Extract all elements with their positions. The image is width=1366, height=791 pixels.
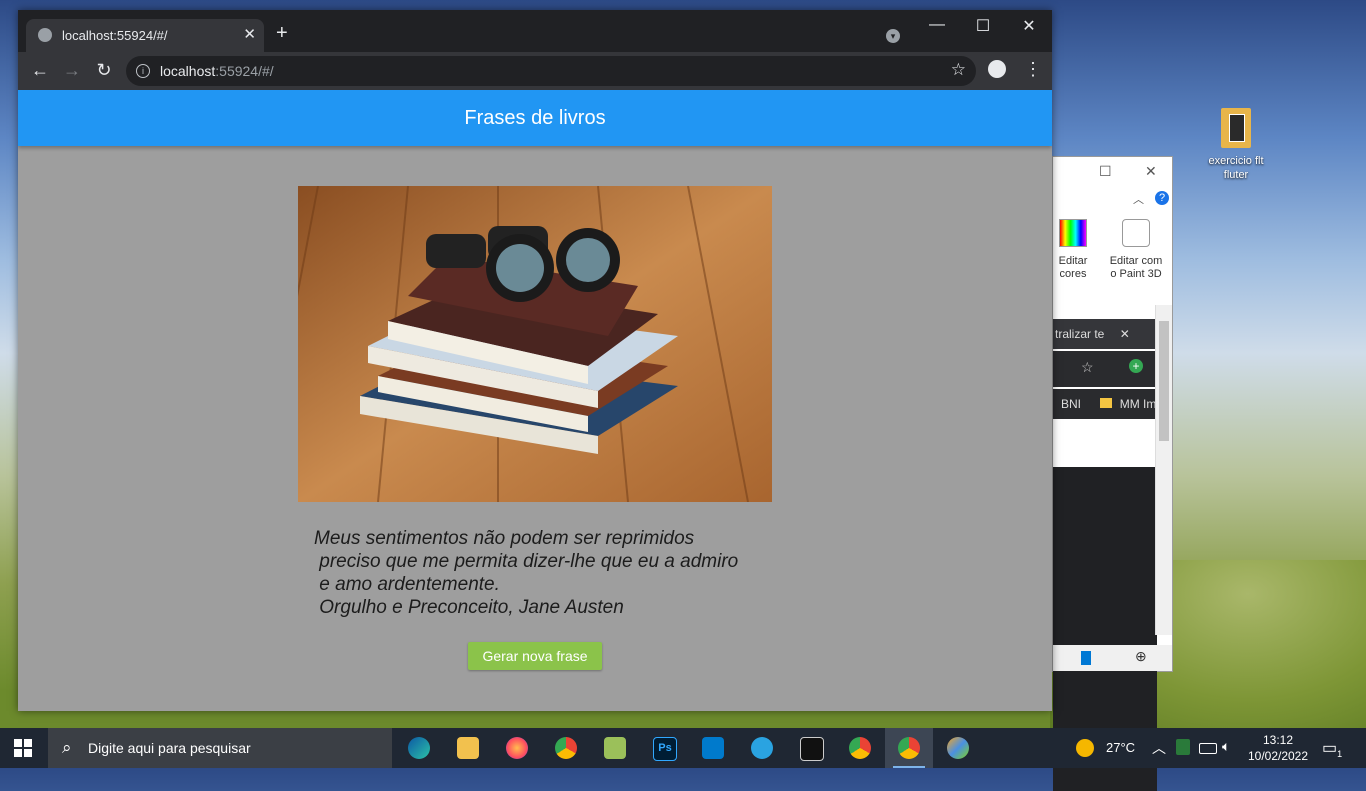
zoom-slider[interactable] — [1081, 651, 1091, 665]
add-icon[interactable]: + — [1129, 359, 1143, 373]
search-icon: ⌕ — [62, 738, 72, 757]
books-binoculars-image — [298, 186, 772, 502]
tab-title: localhost:55924/#/ — [62, 28, 168, 43]
globe-icon — [38, 28, 52, 42]
desktop-folder-icon[interactable]: exercicio flt fluter — [1198, 108, 1274, 182]
close-window-icon[interactable]: ✕ — [1006, 16, 1052, 36]
scrollbar-thumb[interactable] — [1159, 321, 1169, 441]
folder-icon — [1100, 398, 1113, 408]
browser-window: localhost:55924/#/ ✕ + ▾ — ☐ ✕ ← → ↻ i l… — [18, 10, 1052, 711]
bookmark-mm[interactable]: MM Im — [1120, 397, 1157, 411]
volume-icon[interactable]: 🔈︎ — [1222, 738, 1230, 778]
back-icon[interactable]: ← — [29, 60, 51, 81]
security-shield-icon[interactable] — [1176, 739, 1190, 755]
bookmarks-bar: BNI MM Im — [1053, 389, 1157, 419]
zoom-bar: ⊕ — [1053, 645, 1172, 671]
chevron-up-icon[interactable]: ︿ — [1152, 738, 1166, 778]
browser-toolbar: ← → ↻ i localhost:55924/#/ ☆ ⋮ — [18, 52, 1052, 90]
paint-window: ☐ ✕ ︿ ? Editar cores Editar com o Paint … — [1052, 156, 1173, 791]
desktop-icon-label: exercicio flt fluter — [1208, 155, 1264, 181]
info-icon[interactable]: i — [136, 64, 150, 78]
tab-label: tralizar te — [1055, 327, 1105, 341]
battery-icon[interactable] — [1199, 743, 1217, 754]
close-icon[interactable]: ✕ — [1120, 327, 1130, 341]
chrome-icon[interactable] — [885, 728, 933, 768]
search-placeholder: Digite aqui para pesquisar — [88, 740, 251, 756]
tab-search-icon[interactable]: ▾ — [886, 29, 900, 43]
close-tab-icon[interactable]: ✕ — [243, 25, 256, 43]
clock-time: 13:12 — [1262, 733, 1294, 747]
tab-bar: localhost:55924/#/ ✕ + ▾ — ☐ ✕ — [18, 10, 1052, 52]
app-title: Frases de livros — [464, 107, 606, 129]
active-tab[interactable]: localhost:55924/#/ ✕ — [26, 19, 264, 52]
clock-date: 10/02/2022 — [1247, 749, 1309, 763]
weather-sun-icon[interactable] — [1076, 739, 1094, 757]
page-viewport: Frases de livros Meus sentimentos não po… — [18, 90, 1052, 711]
zoom-in-icon[interactable]: ⊕ — [1135, 648, 1147, 665]
bookmark-star-icon[interactable]: ☆ — [951, 60, 966, 80]
address-bar[interactable]: i localhost:55924/#/ ☆ — [126, 56, 976, 86]
edit-colors-button[interactable]: Editar cores — [1055, 219, 1091, 281]
edit-colors-label: Editar cores — [1058, 255, 1088, 280]
close-icon[interactable]: ✕ — [1145, 163, 1157, 180]
notification-count: 1 — [1337, 749, 1343, 760]
paint-icon[interactable] — [934, 728, 982, 768]
url-host: localhost — [160, 63, 216, 79]
url-path: :55924/#/ — [215, 63, 274, 79]
taskbar: ⌕ Digite aqui para pesquisar Ps 27°C ︿ 🔈… — [0, 728, 1366, 768]
address-bar: ☆ + — [1053, 351, 1157, 387]
app-bar: Frases de livros — [18, 90, 1052, 146]
taskbar-search[interactable]: ⌕ Digite aqui para pesquisar — [48, 728, 392, 768]
bookmark-star-icon[interactable]: ☆ — [1081, 359, 1094, 376]
edit-paint3d-button[interactable]: Editar com o Paint 3D — [1105, 219, 1167, 281]
browser-tab[interactable]: tralizar te ✕ — [1053, 319, 1157, 349]
file-explorer-icon[interactable] — [444, 728, 492, 768]
maximize-icon[interactable]: ☐ — [1099, 163, 1112, 180]
new-tab-button[interactable]: + — [276, 23, 288, 43]
terminal-icon[interactable] — [787, 728, 835, 768]
minimize-icon[interactable]: — — [914, 16, 960, 34]
vscode-icon[interactable] — [689, 728, 737, 768]
notification-icon[interactable]: ▭1 — [1322, 738, 1342, 759]
firefox-icon[interactable] — [493, 728, 541, 768]
vertical-scrollbar[interactable] — [1155, 305, 1172, 635]
photoshop-icon[interactable]: Ps — [640, 728, 688, 768]
bookmark-bni[interactable]: BNI — [1061, 397, 1081, 411]
book-quote: Meus sentimentos não podem ser reprimido… — [314, 528, 739, 618]
generate-quote-button[interactable]: Gerar nova frase — [468, 642, 602, 670]
more-menu-icon[interactable]: ⋮ — [1024, 59, 1042, 80]
edge-icon[interactable] — [395, 728, 443, 768]
windows-start-icon[interactable] — [14, 739, 32, 757]
notepad-icon[interactable] — [591, 728, 639, 768]
forward-icon[interactable]: → — [61, 60, 83, 81]
folder-icon — [1221, 108, 1251, 148]
maximize-icon[interactable]: ☐ — [960, 16, 1006, 36]
chrome-icon[interactable] — [836, 728, 884, 768]
profile-avatar-icon[interactable] — [988, 60, 1006, 78]
telegram-icon[interactable] — [738, 728, 786, 768]
url-text[interactable]: localhost:55924/#/ — [160, 63, 274, 79]
chevron-up-icon[interactable]: ︿ — [1133, 191, 1144, 207]
temperature[interactable]: 27°C — [1106, 740, 1135, 755]
color-palette-icon — [1059, 219, 1087, 247]
edit-paint3d-label: Editar com o Paint 3D — [1109, 255, 1163, 280]
paint3d-icon — [1122, 219, 1150, 247]
reload-icon[interactable]: ↻ — [93, 60, 115, 81]
chrome-icon[interactable] — [542, 728, 590, 768]
clock[interactable]: 13:12 10/02/2022 — [1246, 732, 1310, 764]
help-icon[interactable]: ? — [1155, 191, 1169, 205]
